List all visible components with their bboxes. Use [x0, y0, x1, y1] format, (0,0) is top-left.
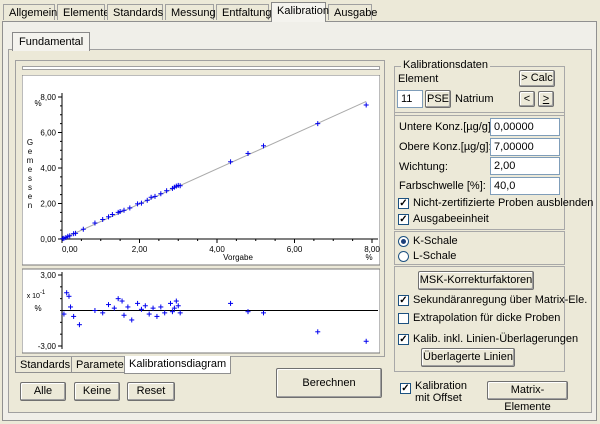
y-unit-main: % — [34, 99, 41, 108]
residual-tick-label: 3,00 — [40, 271, 56, 280]
extrapolation-checkbox[interactable] — [398, 313, 409, 324]
y-axis-label-letter: G — [27, 138, 33, 147]
tab-elemente[interactable]: Elemente — [57, 4, 109, 20]
secondary-excitation-label: Sekundäranregung über Matrix-Ele. — [413, 294, 588, 306]
y-axis-label-letter: s — [28, 183, 32, 192]
tab-messung[interactable]: Messung — [165, 4, 216, 20]
tab-ausgabe[interactable]: Ausgabe — [328, 4, 377, 20]
secondary-excitation-checkbox[interactable]: ✓ — [398, 295, 409, 306]
output-unit-checkbox[interactable]: ✓ — [398, 214, 409, 225]
element-name: Natrium — [455, 93, 494, 105]
tab-kalibrationsdiagram[interactable]: Kalibrationsdiagram — [124, 356, 232, 374]
y-tick-label: 0,00 — [40, 235, 56, 244]
y-tick-label: 2,00 — [40, 200, 56, 209]
hide-uncertified-label: Nicht-zertifizierte Proben ausblenden — [413, 197, 594, 209]
x-axis-label: Vorgabe — [223, 253, 253, 262]
lower-conc-label: Untere Konz.[µg/g]: — [399, 121, 494, 133]
y-axis-label-letter: e — [28, 147, 33, 156]
output-unit-label: Ausgabeeinheit — [413, 213, 489, 225]
alle-button[interactable]: Alle — [20, 382, 66, 401]
x-tick-label: 6,00 — [287, 245, 303, 254]
weight-field[interactable]: 2,00 — [490, 157, 560, 175]
upper-conc-field[interactable]: 7,00000 — [490, 138, 560, 156]
matrix-elements-button[interactable]: Matrix-Elemente — [487, 381, 568, 413]
calibration-offset-checkbox[interactable]: ✓ — [400, 383, 411, 394]
calc-button[interactable]: > Calc — [519, 70, 555, 87]
line-overlap-label: Kalib. inkl. Linien-Überlagerungen — [413, 333, 579, 345]
x-tick-label: 0,00 — [62, 245, 78, 254]
y-tick-label: 4,00 — [40, 164, 56, 173]
y-axis-label-letter: e — [28, 165, 33, 174]
msk-correction-button[interactable]: MSK-Korrekturfaktoren — [418, 271, 534, 290]
y-axis-label-letter: m — [27, 156, 34, 165]
berechnen-button[interactable]: Berechnen — [276, 368, 382, 398]
color-threshold-field[interactable]: 40,0 — [490, 177, 560, 195]
element-label: Element — [398, 73, 439, 85]
residual-tick-label: -3,00 — [38, 342, 57, 351]
tab-entfaltung[interactable]: Entfaltung — [216, 4, 272, 20]
l-shell-label: L-Schale — [413, 250, 457, 262]
y-tick-label: 8,00 — [40, 93, 56, 102]
tab-standards[interactable]: Standards — [107, 4, 163, 20]
prev-element-button[interactable]: < — [519, 91, 535, 107]
y-axis-label-letter: n — [28, 201, 32, 210]
line-overlap-checkbox[interactable]: ✓ — [398, 334, 409, 345]
k-shell-label: K-Schale — [413, 235, 458, 247]
tab-kalibration[interactable]: Kalibration — [271, 2, 329, 22]
tab-fundamental[interactable]: Fundamental — [12, 32, 91, 51]
pse-button[interactable]: PSE — [425, 90, 451, 108]
y-unit-residual: % — [34, 304, 41, 313]
next-element-button[interactable]: > — [538, 91, 554, 107]
calibration-chart: 0,00 2,00 4,00 6,00 8,000,002,004,006,008,00… — [22, 75, 380, 354]
kalibrationsdaten-title: Kalibrationsdaten — [401, 59, 491, 71]
color-threshold-label: Farbschwelle [%]: — [399, 180, 486, 192]
reset-button[interactable]: Reset — [127, 382, 175, 401]
upper-conc-label: Obere Konz.[µg/g]: — [399, 141, 492, 153]
x-tick-label: 2,00 — [132, 245, 148, 254]
chart-separator-bar — [22, 66, 380, 70]
y-axis-label-letter: s — [28, 174, 32, 183]
weight-label: Wichtung: — [399, 161, 448, 173]
l-shell-radio[interactable] — [398, 251, 409, 262]
extrapolation-label: Extrapolation für dicke Proben — [413, 312, 561, 324]
y-tick-label: 6,00 — [40, 129, 56, 138]
y-axis-label-letter: e — [28, 192, 33, 201]
lower-conc-field[interactable]: 0,00000 — [490, 118, 560, 136]
x-unit: % — [365, 253, 372, 262]
calibration-offset-label-2: mit Offset — [415, 392, 462, 404]
k-shell-radio[interactable] — [398, 236, 409, 247]
tab-allgemein[interactable]: Allgemein — [3, 4, 57, 20]
element-number-field[interactable]: 11 — [397, 90, 423, 108]
keine-button[interactable]: Keine — [74, 382, 120, 401]
overlapped-lines-button[interactable]: Überlagerte Linien — [421, 348, 515, 367]
calibration-offset-label-1: Kalibration — [415, 380, 467, 392]
tab-standards[interactable]: Standards — [15, 357, 76, 373]
main-plot-frame — [22, 75, 380, 266]
hide-uncertified-checkbox[interactable]: ✓ — [398, 198, 409, 209]
